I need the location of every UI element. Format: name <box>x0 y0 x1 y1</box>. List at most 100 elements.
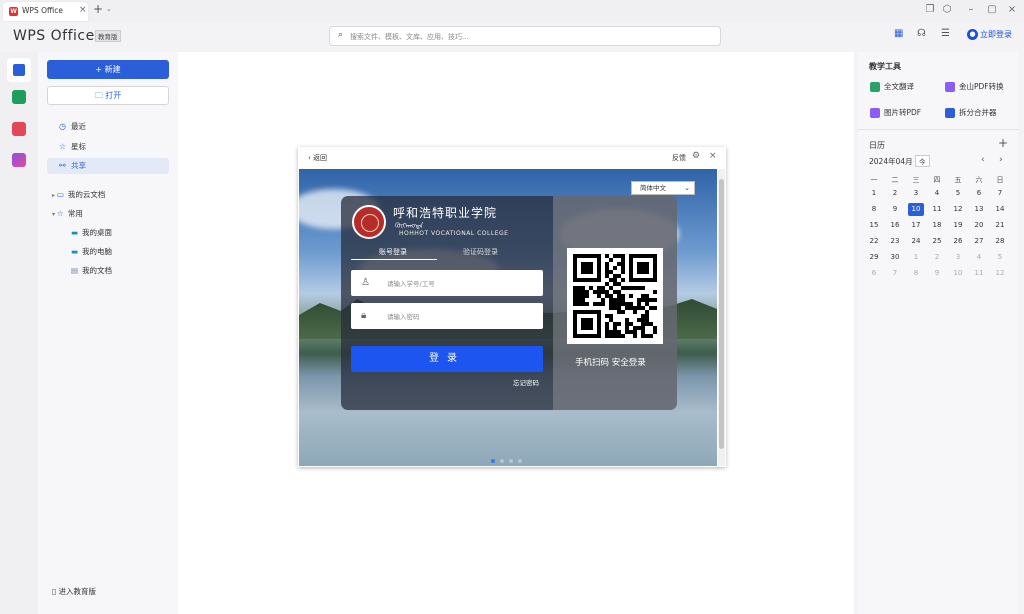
open-button[interactable]: 🗀 打开 <box>47 86 169 105</box>
calendar-day[interactable]: 2 <box>887 187 903 200</box>
calendar-day[interactable]: 2 <box>929 251 945 264</box>
calendar-day[interactable]: 25 <box>929 235 945 248</box>
restore-icon[interactable]: ▢ <box>985 4 999 15</box>
calendar-day[interactable]: 5 <box>992 251 1008 264</box>
login-button[interactable]: ● 立即登录 <box>967 29 1012 40</box>
search-bar[interactable]: ⌕ 搜索文件、模板、文库、应用、技巧... <box>329 26 721 46</box>
scrollbar-thumb[interactable] <box>719 179 724 449</box>
minimize-icon[interactable]: – <box>964 4 978 15</box>
calendar-day[interactable]: 20 <box>971 219 987 232</box>
nav-recent[interactable]: ◷ 最近 <box>47 119 169 135</box>
calendar-day[interactable]: 29 <box>866 251 882 264</box>
calendar-day[interactable]: 1 <box>866 187 882 200</box>
tab-wps-office[interactable]: W WPS Office × <box>3 2 88 21</box>
rail-home-button[interactable] <box>7 58 31 82</box>
tab-account-login[interactable]: 账号登录 <box>379 247 407 257</box>
gear-icon[interactable]: ⚙ <box>692 151 700 161</box>
calendar-day[interactable]: 6 <box>866 267 882 280</box>
password-input[interactable]: 请输入密码 <box>387 311 420 321</box>
calendar-day[interactable]: 7 <box>887 267 903 280</box>
calendar-day[interactable]: 14 <box>992 203 1008 216</box>
calendar-day[interactable]: 5 <box>950 187 966 200</box>
calendar-day[interactable]: 8 <box>866 203 882 216</box>
calendar-day[interactable]: 23 <box>887 235 903 248</box>
edu-entry-button[interactable]: ▯ 进入教育版 <box>52 586 96 597</box>
calendar-day[interactable]: 4 <box>971 251 987 264</box>
calendar-day[interactable]: 15 <box>866 219 882 232</box>
password-field[interactable]: 🔒︎ 请输入密码 <box>351 303 543 329</box>
carousel-dots[interactable] <box>491 456 527 465</box>
calendar-day[interactable]: 8 <box>908 267 924 280</box>
next-month-icon[interactable]: › <box>999 155 1003 165</box>
calendar-day[interactable]: 9 <box>887 203 903 216</box>
tool-pdf-convert[interactable]: 金山PDF转换 <box>945 81 1004 92</box>
calendar-day[interactable]: 9 <box>929 267 945 280</box>
tree-item-documents[interactable]: ▤ 我的文档 <box>71 265 112 276</box>
new-tab-button[interactable]: + <box>93 2 103 16</box>
tool-image-to-pdf[interactable]: 图片转PDF <box>870 107 921 118</box>
calendar-day[interactable]: 12 <box>992 267 1008 280</box>
apps-grid-icon[interactable]: ▦ <box>894 28 903 39</box>
calendar-day[interactable]: 1 <box>908 251 924 264</box>
back-button[interactable]: ‹ 返回 <box>308 153 327 163</box>
language-select[interactable]: 简体中文 ⌄ <box>631 181 695 195</box>
nav-starred[interactable]: ☆ 星标 <box>47 139 169 155</box>
feedback-button[interactable]: 反馈 <box>672 153 686 163</box>
window-layout-icon[interactable]: ❐ <box>923 4 937 15</box>
pdf-icon[interactable] <box>12 122 26 136</box>
tree-cloud-docs[interactable]: ▸ ▭ 我的云文档 <box>52 189 105 200</box>
nav-shared[interactable]: ⚯ 共享 <box>47 158 169 174</box>
tree-common[interactable]: ▾ ☆ 常用 <box>52 208 83 219</box>
calendar-day[interactable]: 21 <box>992 219 1008 232</box>
cube-icon[interactable]: ⬡ <box>940 4 954 15</box>
prev-month-icon[interactable]: ‹ <box>981 155 985 165</box>
tool-translate[interactable]: 全文翻译 <box>870 81 914 92</box>
calendar-day[interactable]: 24 <box>908 235 924 248</box>
add-event-button[interactable]: + <box>998 136 1008 150</box>
spreadsheet-icon[interactable] <box>12 90 26 104</box>
apps-icon[interactable] <box>12 153 26 167</box>
today-button[interactable]: 今 <box>915 155 930 167</box>
tree-item-desktop[interactable]: ▬ 我的桌面 <box>71 227 112 238</box>
forgot-password-link[interactable]: 忘记密码 <box>513 377 539 387</box>
calendar-day[interactable]: 16 <box>887 219 903 232</box>
new-button[interactable]: + 新建 <box>47 60 169 79</box>
calendar-day[interactable]: 10 <box>908 203 924 216</box>
calendar-day[interactable]: 28 <box>992 235 1008 248</box>
calendar-day[interactable]: 6 <box>971 187 987 200</box>
carousel-dot[interactable] <box>500 459 504 463</box>
carousel-dot[interactable] <box>518 459 522 463</box>
tab-sms-login[interactable]: 验证码登录 <box>463 247 498 257</box>
calendar-day[interactable]: 26 <box>950 235 966 248</box>
menu-icon[interactable]: ☰ <box>941 28 950 39</box>
close-icon[interactable]: × <box>709 151 717 161</box>
username-field[interactable]: ♙ 请输入学号/工号 <box>351 270 543 296</box>
login-submit-button[interactable]: 登录 <box>351 346 543 372</box>
username-input[interactable]: 请输入学号/工号 <box>387 278 435 288</box>
calendar-day[interactable]: 4 <box>929 187 945 200</box>
tab-close-icon[interactable]: × <box>79 5 87 15</box>
calendar-day[interactable]: 19 <box>950 219 966 232</box>
headset-icon[interactable]: ☊ <box>917 28 926 39</box>
close-window-icon[interactable]: × <box>1005 4 1019 15</box>
calendar-day[interactable]: 18 <box>929 219 945 232</box>
tool-split-merge[interactable]: 拆分合并器 <box>945 107 997 118</box>
carousel-dot[interactable] <box>491 459 495 463</box>
calendar-day[interactable]: 3 <box>950 251 966 264</box>
calendar-day[interactable]: 11 <box>971 267 987 280</box>
calendar-day[interactable]: 10 <box>950 267 966 280</box>
calendar-day[interactable]: 11 <box>929 203 945 216</box>
calendar-day[interactable]: 3 <box>908 187 924 200</box>
calendar-day[interactable]: 7 <box>992 187 1008 200</box>
calendar-day[interactable]: 13 <box>971 203 987 216</box>
calendar-day[interactable]: 17 <box>908 219 924 232</box>
calendar-day[interactable]: 27 <box>971 235 987 248</box>
dialog-scrollbar[interactable] <box>718 169 725 466</box>
carousel-dot[interactable] <box>509 459 513 463</box>
tab-menu-icon[interactable]: ⌄ <box>106 5 112 13</box>
search-input[interactable]: 搜索文件、模板、文库、应用、技巧... <box>350 32 469 42</box>
tree-item-computer[interactable]: ▬ 我的电脑 <box>71 246 112 257</box>
calendar-day[interactable]: 30 <box>887 251 903 264</box>
calendar-day[interactable]: 22 <box>866 235 882 248</box>
calendar-day[interactable]: 12 <box>950 203 966 216</box>
